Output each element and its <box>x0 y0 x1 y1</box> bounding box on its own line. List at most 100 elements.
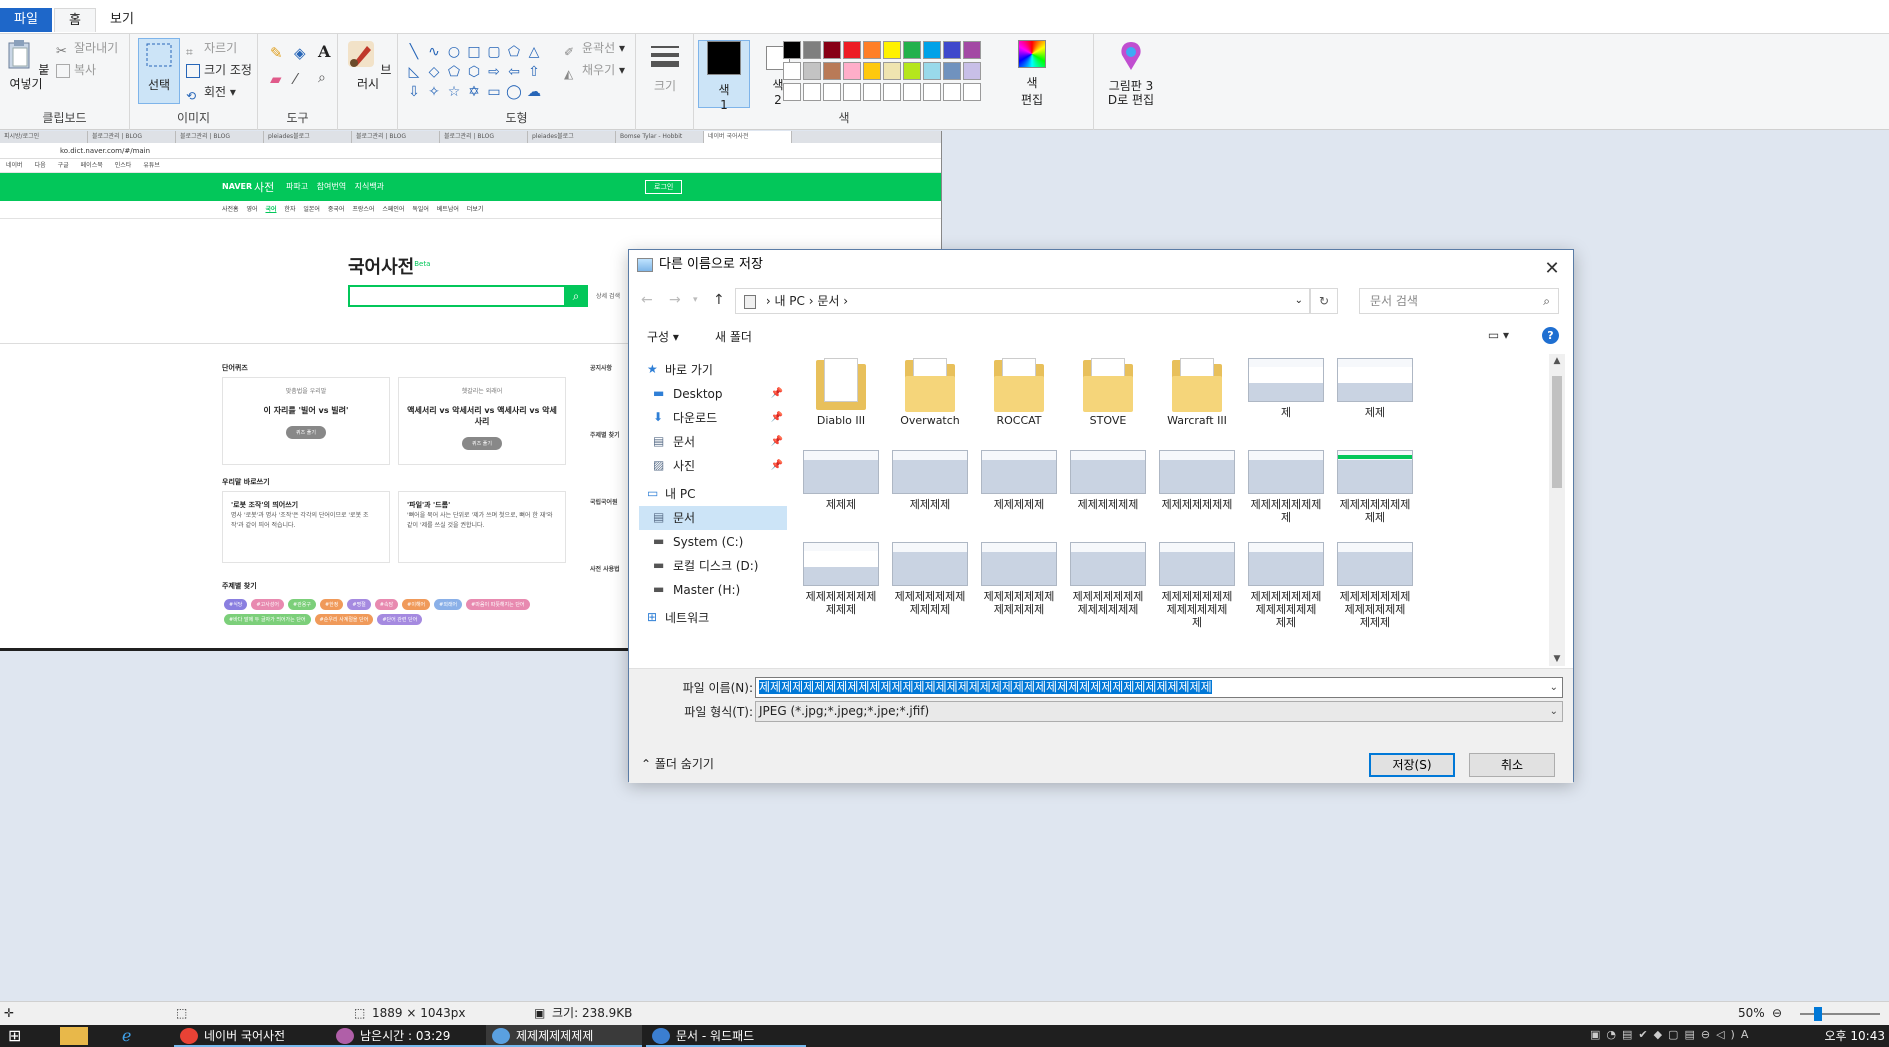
file-item[interactable]: 제 <box>1242 354 1330 419</box>
nav-item[interactable]: ▬ System (C:) <box>639 530 787 554</box>
file-item[interactable]: 제제제제제제제 제제제제제제 <box>1064 538 1152 616</box>
color1-button[interactable]: 색 1 <box>698 40 750 112</box>
nav-item[interactable]: ⬇ 다운로드 📌 <box>639 406 787 430</box>
palette-swatch[interactable] <box>863 41 881 59</box>
palette-swatch[interactable] <box>943 62 961 80</box>
color-palette[interactable] <box>782 40 1002 103</box>
filename-input[interactable]: 제제제제제제제제제제제제제제제제제제제제제제제제제제제제제제제제제제제제제제제제… <box>755 677 1563 698</box>
arrow-up-shape-icon[interactable]: ⇧ <box>525 63 543 81</box>
palette-swatch[interactable] <box>923 83 941 101</box>
palette-swatch[interactable] <box>823 83 841 101</box>
palette-swatch[interactable] <box>843 62 861 80</box>
hexagon-shape-icon[interactable]: ⬡ <box>465 63 483 81</box>
resize-button[interactable]: 크기 조정 <box>186 60 252 80</box>
taskbar-item[interactable]: 남은시간 : 03:29 <box>330 1025 486 1047</box>
taskbar-item[interactable]: 네이버 국어사전 <box>174 1025 330 1047</box>
copy-button[interactable]: 복사 <box>56 60 96 80</box>
line-shape-icon[interactable]: ╲ <box>405 43 423 61</box>
color-picker-icon[interactable]: ⁄ <box>294 70 297 88</box>
recent-chevron-icon[interactable]: ▾ <box>693 295 698 305</box>
nav-item[interactable]: ▭ 내 PC <box>639 482 787 506</box>
file-item[interactable]: 제제제제제제제 제 <box>1242 446 1330 524</box>
tab-home[interactable]: 홈 <box>54 8 96 32</box>
view-options-icon[interactable]: ▭ ▾ <box>1488 328 1509 342</box>
palette-swatch[interactable] <box>923 62 941 80</box>
nav-item[interactable]: ▤ 문서 📌 <box>639 430 787 454</box>
help-icon[interactable]: ? <box>1542 327 1559 344</box>
crop-button[interactable]: ⌗ 자르기 <box>186 38 237 59</box>
dialog-search-input[interactable]: 문서 검색 ⌕ <box>1359 288 1559 314</box>
file-item[interactable]: 제제제제제제제 제제제제제제 제제 <box>1242 538 1330 629</box>
oval-shape-icon[interactable]: ○ <box>445 43 463 61</box>
path-segment-pc[interactable]: 내 PC <box>774 294 804 308</box>
nav-item[interactable]: ▬ 로컬 디스크 (D:) <box>639 554 787 578</box>
triangle-shape-icon[interactable]: △ <box>525 43 543 61</box>
pentagon-shape-icon[interactable]: ⬠ <box>445 63 463 81</box>
text-tool-icon[interactable]: A <box>318 42 330 61</box>
star5-shape-icon[interactable]: ☆ <box>445 83 463 101</box>
file-item[interactable]: Overwatch <box>886 354 974 427</box>
nav-item[interactable]: ★ 바로 가기 <box>639 358 787 382</box>
arrow-down-shape-icon[interactable]: ⇩ <box>405 83 423 101</box>
select-button[interactable]: 선택 <box>138 38 180 104</box>
star4-shape-icon[interactable]: ✧ <box>425 83 443 101</box>
new-folder-button[interactable]: 새 폴더 <box>715 328 752 345</box>
file-item[interactable]: 제제제제 <box>886 446 974 511</box>
palette-swatch[interactable] <box>803 62 821 80</box>
fill-button[interactable]: ◭ 채우기 ▾ <box>564 60 625 81</box>
file-item[interactable]: ROCCAT <box>975 354 1063 427</box>
windows-start-icon[interactable]: ⊞ <box>8 1026 21 1045</box>
file-item[interactable]: Warcraft III <box>1153 354 1241 427</box>
palette-swatch[interactable] <box>943 41 961 59</box>
organize-button[interactable]: 구성 ▾ <box>647 328 679 345</box>
rotate-button[interactable]: ⟲ 회전 ▾ <box>186 82 236 103</box>
zoom-slider-knob[interactable] <box>1814 1007 1822 1021</box>
path-segment-documents[interactable]: 문서 <box>817 294 839 308</box>
file-grid-scrollbar[interactable]: ▲ ▼ <box>1549 354 1565 666</box>
tab-view[interactable]: 보기 <box>96 8 148 32</box>
size-button[interactable]: 크기 <box>642 40 688 93</box>
nav-item[interactable]: ▨ 사진 📌 <box>639 454 787 478</box>
scroll-thumb[interactable] <box>1552 376 1562 488</box>
path-dropdown-icon[interactable]: ⌄ <box>1295 289 1303 313</box>
refresh-icon[interactable]: ↻ <box>1310 288 1338 314</box>
palette-swatch[interactable] <box>903 41 921 59</box>
taskbar-item[interactable]: 문서 - 워드패드 <box>646 1025 806 1047</box>
roundrect-shape-icon[interactable]: ▢ <box>485 43 503 61</box>
system-tray-icons[interactable]: ▣◔▤✔◆▢▤⊖◁)A <box>1590 1028 1754 1041</box>
palette-swatch[interactable] <box>923 41 941 59</box>
palette-swatch[interactable] <box>963 41 981 59</box>
scroll-up-icon[interactable]: ▲ <box>1549 356 1565 366</box>
palette-swatch[interactable] <box>863 62 881 80</box>
palette-swatch[interactable] <box>843 83 861 101</box>
pencil-icon[interactable]: ✎ <box>270 44 283 62</box>
cancel-button[interactable]: 취소 <box>1469 753 1555 777</box>
file-item[interactable]: 제제제 <box>797 446 885 511</box>
palette-swatch[interactable] <box>783 83 801 101</box>
cut-button[interactable]: ✂ 잘라내기 <box>56 38 118 59</box>
palette-swatch[interactable] <box>803 83 821 101</box>
scroll-down-icon[interactable]: ▼ <box>1549 654 1565 664</box>
outline-button[interactable]: ✐ 윤곽선 ▾ <box>564 38 625 59</box>
tab-file[interactable]: 파일 <box>0 8 52 32</box>
palette-swatch[interactable] <box>883 41 901 59</box>
nav-item[interactable]: ⊞ 네트워크 <box>639 606 787 630</box>
eraser-icon[interactable]: ▰ <box>270 70 282 88</box>
callout-rect-shape-icon[interactable]: ▭ <box>485 83 503 101</box>
palette-swatch[interactable] <box>943 83 961 101</box>
palette-swatch[interactable] <box>903 83 921 101</box>
magnifier-icon[interactable]: ⌕ <box>318 70 326 86</box>
save-button[interactable]: 저장(S) <box>1369 753 1455 777</box>
nav-item[interactable]: ▤ 문서 <box>639 506 787 530</box>
forward-arrow-icon[interactable]: → <box>669 292 681 308</box>
zoom-out-icon[interactable]: ⊖ <box>1772 1002 1782 1025</box>
palette-swatch[interactable] <box>823 41 841 59</box>
arrow-right-shape-icon[interactable]: ⇨ <box>485 63 503 81</box>
fill-bucket-icon[interactable]: ◈ <box>294 44 306 62</box>
palette-swatch[interactable] <box>823 62 841 80</box>
brushes-button[interactable]: 브러시 <box>344 38 392 91</box>
back-arrow-icon[interactable]: ← <box>641 292 653 308</box>
edit-with-paint3d-button[interactable]: 그림판 3 D로 편집 <box>1100 40 1162 107</box>
filetype-select[interactable]: JPEG (*.jpg;*.jpeg;*.jpe;*.jfif) ⌄ <box>755 701 1563 722</box>
cloud-shape-icon[interactable]: ☁ <box>525 83 543 101</box>
